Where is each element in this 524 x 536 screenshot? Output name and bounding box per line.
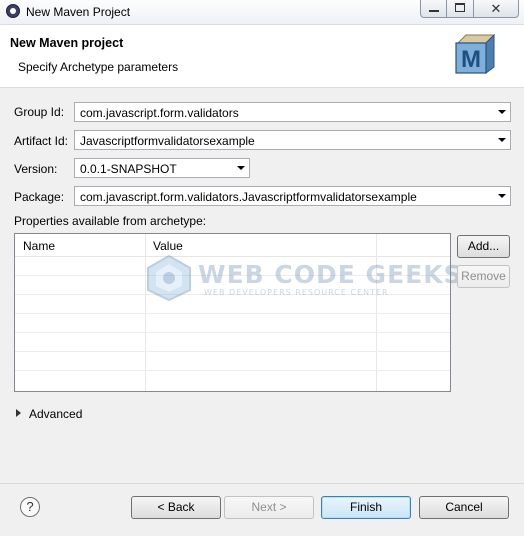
minimize-button[interactable]	[420, 0, 447, 18]
artifact-id-value: Javascriptformvalidatorsexample	[80, 134, 255, 148]
cancel-label: Cancel	[445, 500, 483, 514]
title-bar: New Maven Project ✕	[0, 0, 524, 25]
add-property-button[interactable]: Add...	[457, 235, 510, 258]
remove-property-button[interactable]: Remove	[457, 265, 510, 288]
table-row	[15, 313, 450, 314]
table-row	[15, 332, 450, 333]
properties-label: Properties available from archetype:	[14, 214, 207, 228]
group-id-label: Group Id:	[14, 105, 65, 119]
footer-divider	[0, 483, 524, 484]
watermark-subtitle: WEB DEVELOPERS RESOURCE CENTER	[204, 288, 389, 297]
group-id-value: com.javascript.form.validators	[80, 106, 239, 120]
remove-property-label: Remove	[461, 269, 506, 283]
version-value: 0.0.1-SNAPSHOT	[80, 162, 177, 176]
wizard-title: New Maven project	[10, 36, 124, 50]
package-value: com.javascript.form.validators.Javascrip…	[80, 190, 417, 204]
back-button[interactable]: < Back	[131, 496, 221, 519]
column-header-name[interactable]: Name	[23, 239, 55, 253]
minimize-icon	[429, 10, 439, 12]
watermark: WEB CODE GEEKS WEB DEVELOPERS RESOURCE C…	[142, 250, 462, 306]
maximize-button[interactable]	[446, 0, 474, 18]
table-row	[15, 370, 450, 371]
watermark-title: WEB CODE GEEKS	[198, 260, 463, 289]
maven-logo-icon: M	[455, 33, 496, 74]
finish-label: Finish	[349, 500, 382, 514]
web-code-geeks-logo-icon	[147, 254, 191, 302]
chevron-down-icon[interactable]	[237, 166, 245, 170]
next-label: Next >	[251, 500, 287, 514]
cancel-button[interactable]: Cancel	[419, 496, 509, 519]
group-id-combo[interactable]: com.javascript.form.validators	[74, 102, 511, 122]
artifact-id-combo[interactable]: Javascriptformvalidatorsexample	[74, 130, 511, 150]
maximize-icon	[455, 3, 465, 12]
package-label: Package:	[14, 190, 65, 204]
artifact-id-label: Artifact Id:	[14, 134, 69, 148]
chevron-down-icon[interactable]	[498, 110, 506, 114]
finish-button[interactable]: Finish	[321, 496, 411, 519]
chevron-down-icon[interactable]	[498, 138, 506, 142]
app-icon	[6, 4, 20, 18]
wizard-header: New Maven project Specify Archetype para…	[0, 25, 524, 88]
package-combo[interactable]: com.javascript.form.validators.Javascrip…	[74, 186, 511, 206]
close-button[interactable]: ✕	[473, 0, 519, 18]
window-title: New Maven Project	[26, 5, 131, 19]
close-icon: ✕	[490, 1, 502, 16]
maven-logo-letter: M	[461, 46, 481, 73]
next-button[interactable]: Next >	[224, 496, 314, 519]
add-property-label: Add...	[467, 239, 500, 253]
version-combo[interactable]: 0.0.1-SNAPSHOT	[74, 158, 250, 178]
table-row	[15, 351, 450, 352]
wizard-subtitle: Specify Archetype parameters	[18, 60, 179, 74]
help-icon[interactable]: ?	[20, 497, 40, 517]
version-label: Version:	[14, 162, 58, 176]
back-label: < Back	[157, 500, 195, 514]
advanced-toggle[interactable]: Advanced	[29, 407, 82, 421]
chevron-down-icon[interactable]	[498, 194, 506, 198]
expand-arrow-icon[interactable]	[16, 409, 21, 417]
